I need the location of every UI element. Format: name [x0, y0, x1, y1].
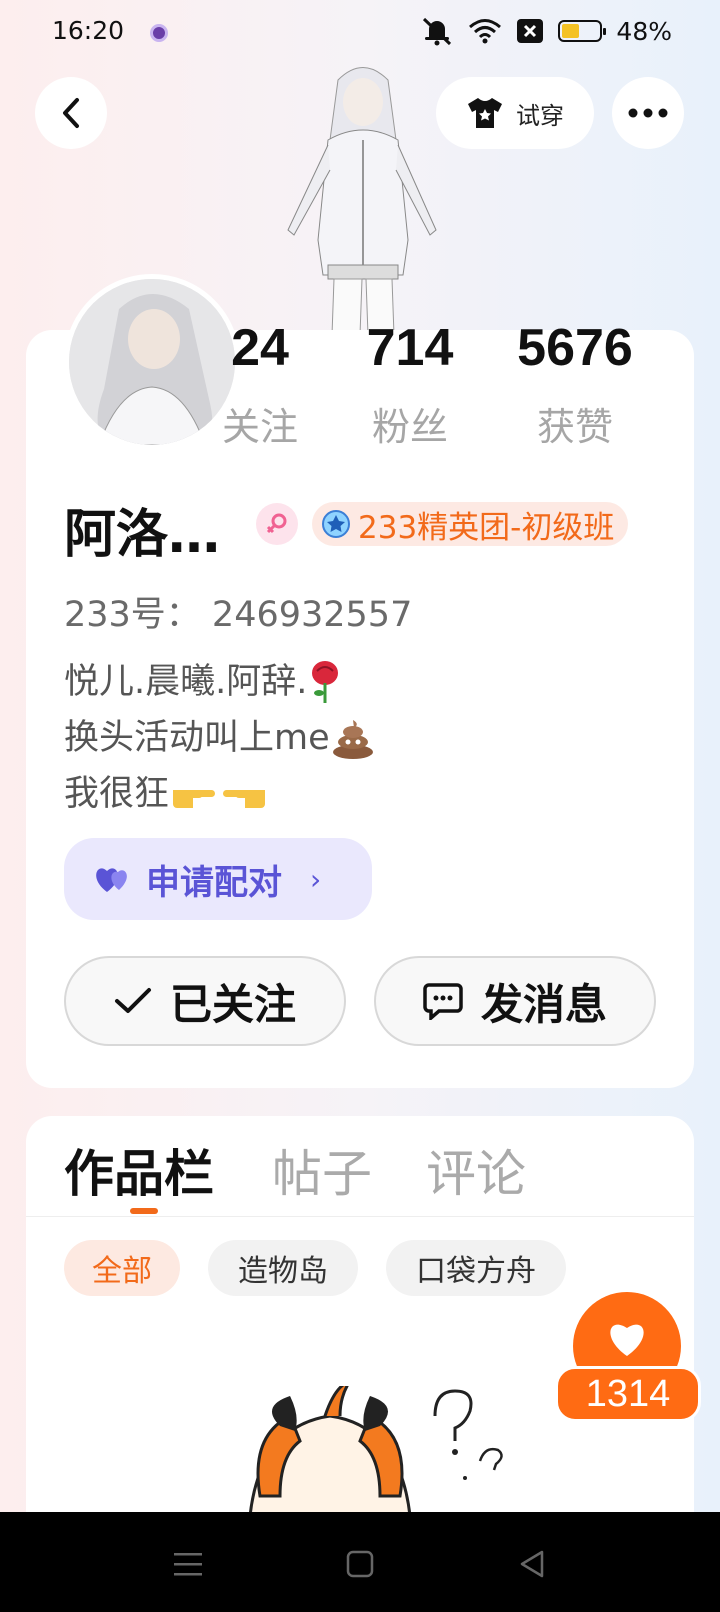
rank-badge-label: 233精英团-初级班	[358, 509, 615, 546]
heart-pair-icon	[96, 868, 127, 892]
tab-comments[interactable]: 评论	[426, 1134, 526, 1206]
mascot-illustration	[248, 1386, 503, 1516]
message-label: 发消息	[480, 979, 607, 1029]
wifi-icon	[469, 19, 502, 44]
notification-icon	[150, 24, 168, 42]
tshirt-icon	[468, 98, 502, 128]
filter-pocket-ark[interactable]: 口袋方舟	[386, 1240, 566, 1296]
rank-badge[interactable]: 233精英团-初级班	[312, 502, 629, 546]
apply-pair-label: 申请配对	[146, 862, 282, 903]
status-icons: 48%	[420, 16, 672, 46]
filter-all[interactable]: 全部	[64, 1240, 180, 1296]
recent-apps-button[interactable]	[168, 1544, 208, 1584]
follow-label: 已关注	[169, 979, 296, 1029]
battery-percent: 48%	[616, 16, 672, 46]
fans-count: 714	[366, 319, 454, 377]
heart-icon	[610, 1324, 644, 1356]
following-label: 关注	[221, 405, 298, 449]
menu-icon	[174, 1553, 202, 1576]
more-icon	[628, 108, 668, 118]
bio-line-2: 换头活动叫上me	[64, 718, 330, 758]
bio: 悦儿.晨曦.阿辞. 换头活动叫上me 我很狂	[64, 654, 376, 822]
bio-line-3: 我很狂	[64, 774, 170, 814]
status-bar: 16:20 48%	[0, 0, 720, 64]
user-name: 阿洛…	[64, 505, 221, 565]
system-back-button[interactable]	[512, 1544, 552, 1584]
message-button[interactable]: 发消息	[374, 956, 656, 1046]
battery-icon	[558, 20, 607, 42]
try-on-label: 试穿	[516, 101, 564, 130]
tab-indicator	[130, 1208, 158, 1214]
avatar-figure	[287, 67, 437, 335]
stat-fans[interactable]: 714 粉丝	[350, 322, 470, 451]
home-icon	[346, 1550, 374, 1578]
mute-icon	[423, 17, 452, 46]
poop-icon	[332, 720, 373, 759]
chat-icon	[423, 983, 463, 1020]
home-button[interactable]	[340, 1544, 380, 1584]
likes-label: 获赞	[536, 405, 613, 449]
likes-count: 5676	[517, 319, 633, 377]
apply-pair-button[interactable]: 申请配对 ›	[64, 838, 372, 920]
point-left-icon	[223, 790, 266, 808]
back-triangle-icon	[520, 1550, 544, 1578]
more-button[interactable]	[612, 77, 684, 149]
sim-off-icon	[517, 19, 544, 43]
chevron-right-icon: ›	[310, 862, 322, 896]
fans-label: 粉丝	[371, 405, 448, 449]
gender-badge	[256, 503, 298, 545]
status-time: 16:20	[52, 16, 125, 45]
user-id[interactable]: 233号： 246932557	[64, 586, 412, 637]
point-right-icon	[173, 790, 216, 808]
filter-zaowudao[interactable]: 造物岛	[208, 1240, 358, 1296]
tab-divider	[26, 1216, 694, 1217]
check-icon	[114, 988, 151, 1013]
tab-works[interactable]: 作品栏	[64, 1134, 214, 1206]
stat-likes[interactable]: 5676 获赞	[500, 322, 650, 451]
tab-posts[interactable]: 帖子	[272, 1134, 372, 1206]
venus-icon	[266, 513, 287, 534]
system-nav-bar	[0, 1512, 720, 1612]
stats-row: 24 关注 714 粉丝 5676 获赞	[210, 322, 680, 452]
follow-button[interactable]: 已关注	[64, 956, 346, 1046]
try-on-button[interactable]: 试穿	[436, 77, 594, 149]
rose-icon	[312, 661, 339, 703]
like-count: 1314	[555, 1366, 701, 1422]
back-button[interactable]	[35, 77, 107, 149]
bio-line-1: 悦儿.晨曦.阿辞.	[64, 662, 308, 702]
rank-icon	[322, 510, 350, 538]
following-count: 24	[231, 319, 289, 377]
stat-following[interactable]: 24 关注	[210, 322, 310, 451]
back-icon	[63, 98, 79, 128]
